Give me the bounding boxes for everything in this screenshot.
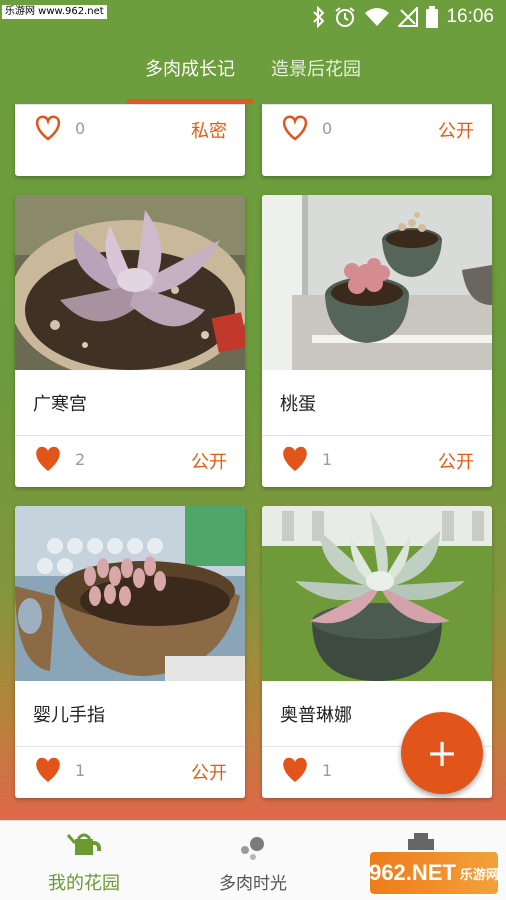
nav-succulent-time[interactable]: 多肉时光 — [169, 821, 337, 900]
like-count: 1 — [322, 760, 333, 780]
plant-photo[interactable] — [15, 506, 245, 681]
wifi-icon — [365, 8, 390, 26]
nav-succulent-time-label: 多肉时光 — [219, 874, 287, 894]
visibility-label[interactable]: 私密 — [191, 117, 227, 143]
nav-my-garden[interactable]: 我的花园 — [0, 821, 168, 900]
plant-card[interactable]: 广寒宫 2 公开 — [15, 195, 245, 487]
visibility-label[interactable]: 公开 — [438, 448, 474, 474]
heart-outline-icon — [282, 115, 308, 141]
visibility-label[interactable]: 公开 — [438, 117, 474, 143]
battery-icon — [426, 6, 439, 28]
add-plant-button[interactable]: + — [401, 712, 483, 794]
alarm-icon — [335, 7, 356, 27]
plant-card[interactable]: 桃蛋 1 公开 — [262, 195, 492, 487]
plant-name: 广寒宫 — [33, 394, 87, 415]
heart-filled-icon — [36, 757, 60, 782]
like-control[interactable]: 0 — [33, 114, 85, 142]
nav-my-garden-label: 我的花园 — [48, 873, 120, 894]
tab-growth-diary[interactable]: 多肉成长记 — [127, 36, 253, 104]
like-count: 0 — [75, 118, 86, 138]
heart-filled-icon — [283, 757, 307, 782]
bluetooth-icon — [313, 6, 325, 28]
like-control[interactable]: 1 — [280, 756, 332, 784]
heart-filled-icon — [36, 446, 60, 471]
heart-outline-icon — [35, 115, 61, 141]
visibility-label[interactable]: 公开 — [191, 448, 227, 474]
like-control[interactable]: 1 — [33, 756, 85, 784]
site-logo-watermark: 962.NET 乐游网 — [368, 850, 500, 896]
plant-photo[interactable] — [15, 195, 245, 370]
top-tabs: 多肉成长记 造景后花园 — [0, 36, 506, 104]
dots-icon — [241, 837, 264, 860]
watering-can-icon — [67, 833, 102, 855]
like-count: 0 — [322, 118, 333, 138]
tab-garden-landscape[interactable]: 造景后花园 — [253, 36, 379, 104]
plant-name: 奥普琳娜 — [280, 705, 352, 726]
like-control[interactable]: 1 — [280, 445, 332, 473]
like-count: 2 — [75, 449, 86, 469]
plant-photo[interactable] — [262, 506, 492, 681]
plant-photo[interactable] — [262, 195, 492, 370]
plant-name: 桃蛋 — [280, 394, 316, 415]
like-count: 1 — [75, 760, 86, 780]
heart-filled-icon — [283, 446, 307, 471]
plant-name: 婴儿手指 — [33, 705, 105, 726]
like-control[interactable]: 0 — [280, 114, 332, 142]
clock: 16:06 — [446, 6, 494, 27]
like-control[interactable]: 2 — [33, 445, 85, 473]
like-count: 1 — [322, 449, 333, 469]
plant-card[interactable]: 0 私密 — [15, 104, 245, 176]
visibility-label[interactable]: 公开 — [191, 759, 227, 785]
status-bar: 乐游网 www.962.net 16:06 — [0, 0, 506, 36]
plant-card[interactable]: 婴儿手指 1 公开 — [15, 506, 245, 798]
site-watermark: 乐游网 www.962.net — [2, 5, 107, 19]
plant-card[interactable]: 0 公开 — [262, 104, 492, 176]
no-signal-icon — [398, 7, 419, 27]
